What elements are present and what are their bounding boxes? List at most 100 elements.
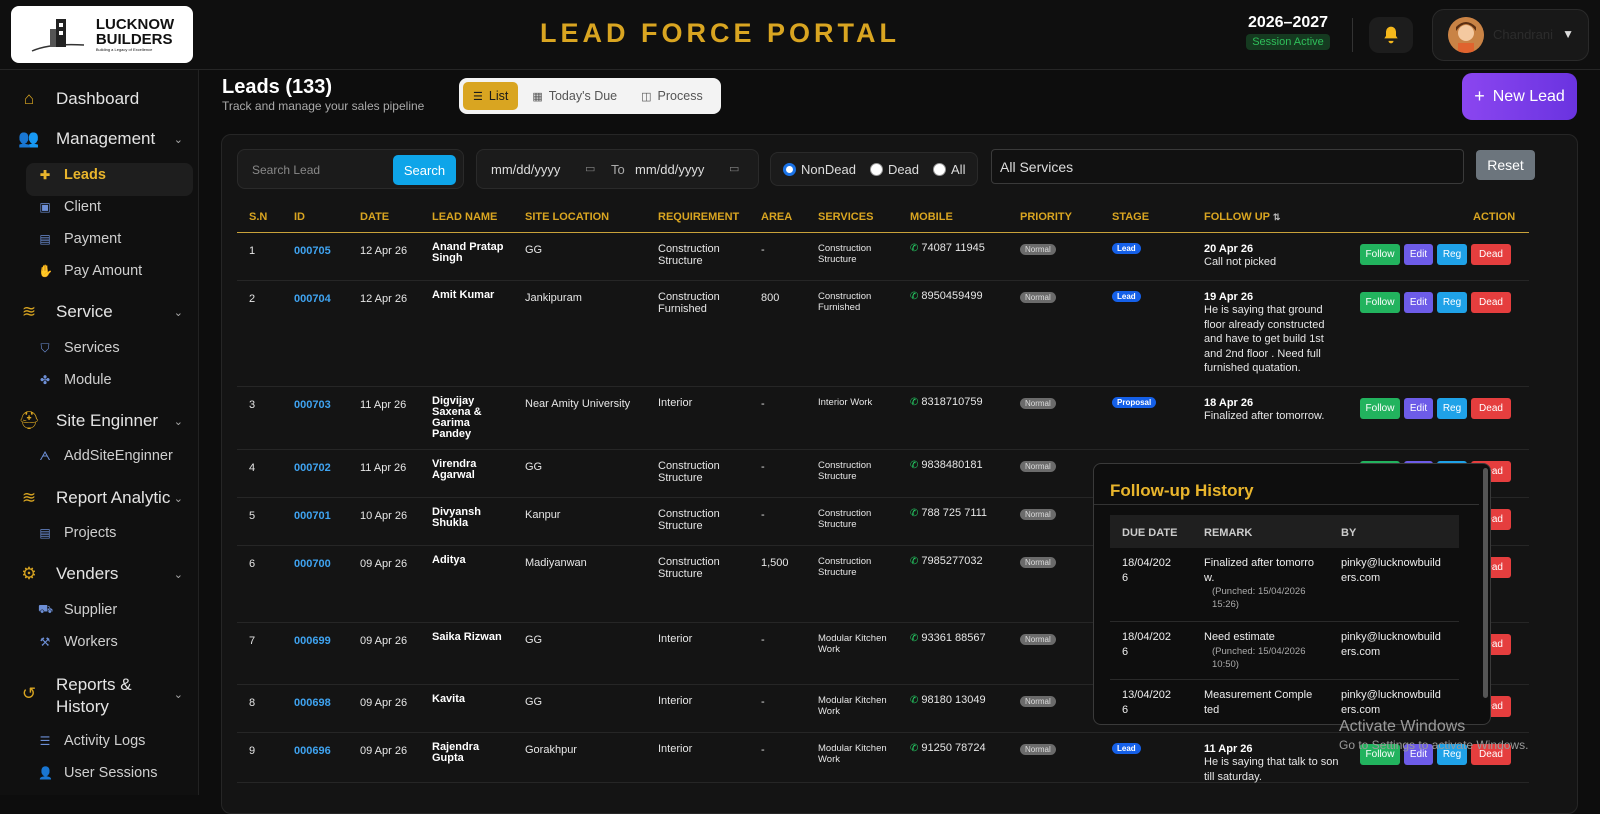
sidebar-group-site-engineer[interactable]: ⛑ Site Enginner ⌄	[18, 411, 183, 431]
reg-button[interactable]: Reg	[1437, 244, 1467, 265]
lead-id-link[interactable]: 000701	[294, 510, 331, 522]
new-lead-button[interactable]: + New Lead	[1462, 73, 1577, 120]
services: Construction Structure	[818, 243, 872, 265]
services: Modular Kitchen Work	[818, 743, 887, 765]
radio-all[interactable]: All	[933, 162, 965, 177]
radio-button[interactable]	[869, 162, 883, 176]
mobile[interactable]: ✆ 91250 78724	[910, 742, 986, 755]
reg-button[interactable]: Reg	[1437, 398, 1467, 419]
calendar-icon[interactable]: ▭	[729, 162, 739, 175]
mobile[interactable]: ✆ 93361 88567	[910, 632, 986, 645]
sidebar-item-client[interactable]: ▣ Client	[38, 199, 101, 215]
reset-button[interactable]: Reset	[1476, 150, 1535, 180]
plus-icon: +	[1474, 86, 1485, 106]
lead-id-link[interactable]: 000698	[294, 697, 331, 709]
radio-button[interactable]	[933, 162, 947, 176]
sidebar-item-pay-amount[interactable]: ✋ Pay Amount	[38, 263, 142, 279]
follow-up-info[interactable]: 20 Apr 26 Call not picked	[1204, 243, 1339, 270]
dead-button[interactable]: Dead	[1471, 398, 1511, 419]
sidebar-item-supplier[interactable]: ⛟ Supplier	[38, 602, 117, 618]
sidebar-group-service[interactable]: ≋ Service ⌄	[18, 302, 183, 322]
sidebar-item-leads[interactable]: ✚ Leads	[38, 167, 106, 183]
whatsapp-icon[interactable]: ✆	[910, 633, 918, 644]
whatsapp-icon[interactable]: ✆	[910, 397, 918, 408]
sidebar-group-reports-history[interactable]: ↺ Reports & History ⌄	[18, 674, 183, 718]
col-date: DATE	[360, 211, 390, 223]
sort-icon[interactable]: ⇅	[1273, 212, 1281, 222]
dead-button[interactable]: Dead	[1471, 244, 1511, 265]
tab-todays-due[interactable]: ▦ Today's Due	[522, 82, 627, 110]
edit-button[interactable]: Edit	[1404, 292, 1433, 313]
sidebar-group-report-analytic[interactable]: ≋ Report Analytic ⌄	[18, 488, 183, 508]
mobile[interactable]: ✆ 788 725 7111	[910, 507, 987, 520]
whatsapp-icon[interactable]: ✆	[910, 243, 918, 254]
date-to-input[interactable]: mm/dd/yyyy	[635, 162, 704, 177]
radio-button[interactable]	[783, 162, 796, 176]
sidebar-item-activity-logs[interactable]: ☰ Activity Logs	[38, 733, 146, 749]
chevron-down-icon: ⌄	[173, 415, 183, 428]
lead-id-link[interactable]: 000704	[294, 293, 331, 305]
punched-time: (Punched: 15/04/2026	[1212, 645, 1306, 657]
lead-id-link[interactable]: 000703	[294, 399, 331, 411]
lead-id-link[interactable]: 000702	[294, 462, 331, 474]
radio-nondead[interactable]: NonDead	[783, 162, 856, 177]
sidebar-item-projects[interactable]: ▤ Projects	[38, 525, 116, 541]
mobile[interactable]: ✆ 8318710759	[910, 396, 983, 409]
mobile[interactable]: ✆ 74087 11945	[910, 242, 985, 255]
tab-list[interactable]: ☰ List	[463, 82, 519, 110]
sidebar-item-services[interactable]: ⛉ Services	[38, 340, 119, 356]
tab-process[interactable]: ◫ Process	[631, 82, 713, 110]
services-select[interactable]: All Services	[991, 149, 1464, 184]
col-follow-up[interactable]: FOLLOW UP ⇅	[1204, 211, 1280, 223]
row-sn: 8	[249, 697, 256, 709]
date-from-input[interactable]: mm/dd/yyyy	[491, 162, 560, 177]
lead-id-link[interactable]: 000696	[294, 745, 331, 757]
lead-id-link[interactable]: 000700	[294, 558, 331, 570]
edit-button[interactable]: Edit	[1404, 398, 1433, 419]
sidebar-item-payment[interactable]: ▤ Payment	[38, 231, 121, 247]
sidebar-item-module[interactable]: ✤ Module	[38, 372, 112, 388]
whatsapp-icon[interactable]: ✆	[910, 695, 918, 706]
sidebar-item-user-sessions[interactable]: 👤 User Sessions	[38, 765, 157, 781]
chevron-down-icon: ⌄	[173, 689, 183, 701]
mobile[interactable]: ✆ 98180 13049	[910, 694, 986, 707]
calendar-icon[interactable]: ▭	[585, 162, 595, 175]
row-sn: 1	[249, 245, 256, 257]
edit-button[interactable]: Edit	[1404, 244, 1433, 265]
area: -	[761, 634, 765, 646]
lead-id-link[interactable]: 000705	[294, 245, 331, 257]
follow-button[interactable]: Follow	[1360, 244, 1400, 265]
whatsapp-icon[interactable]: ✆	[910, 743, 918, 754]
mobile[interactable]: ✆ 7985277032	[910, 555, 983, 568]
sidebar-group-venders[interactable]: ⚙ Venders ⌄	[18, 564, 183, 584]
whatsapp-icon[interactable]: ✆	[910, 460, 918, 471]
site-location: Jankipuram	[525, 292, 582, 304]
sidebar-item-add-site-engineer[interactable]: ᗅ AddSiteEnginner	[38, 448, 172, 464]
col-sn: S.N	[249, 211, 268, 223]
area: -	[761, 696, 765, 708]
sidebar-label: Reports &	[56, 675, 132, 694]
search-input[interactable]	[244, 156, 390, 184]
whatsapp-icon[interactable]: ✆	[910, 556, 918, 567]
follow-up-info[interactable]: 11 Apr 26 He is saying that talk to son t…	[1204, 743, 1339, 784]
mobile[interactable]: ✆ 8950459499	[910, 290, 983, 303]
user-profile-menu[interactable]: Chandrani ▼	[1432, 9, 1589, 61]
notifications-button[interactable]	[1369, 17, 1413, 53]
sidebar-group-management[interactable]: 👥 Management ⌄	[18, 129, 183, 149]
sidebar-item-dashboard[interactable]: ⌂ Dashboard	[18, 89, 183, 109]
mobile[interactable]: ✆ 9838480181	[910, 459, 983, 472]
dead-button[interactable]: Dead	[1471, 292, 1511, 313]
follow-button[interactable]: Follow	[1360, 398, 1400, 419]
popup-scrollbar[interactable]	[1483, 468, 1488, 698]
follow-up-info[interactable]: 18 Apr 26 Finalized after tomorrow.	[1204, 397, 1339, 424]
search-button[interactable]: Search	[393, 155, 456, 185]
follow-button[interactable]: Follow	[1360, 292, 1400, 313]
follow-up-info[interactable]: 19 Apr 26 He is saying that ground floor …	[1204, 291, 1339, 376]
whatsapp-icon[interactable]: ✆	[910, 508, 918, 519]
radio-dead[interactable]: Dead	[869, 162, 919, 177]
whatsapp-icon[interactable]: ✆	[910, 291, 918, 302]
lead-id-link[interactable]: 000699	[294, 635, 331, 647]
sidebar-item-workers[interactable]: ⚒ Workers	[38, 634, 118, 650]
reg-button[interactable]: Reg	[1437, 292, 1467, 313]
row-sn: 5	[249, 510, 256, 522]
